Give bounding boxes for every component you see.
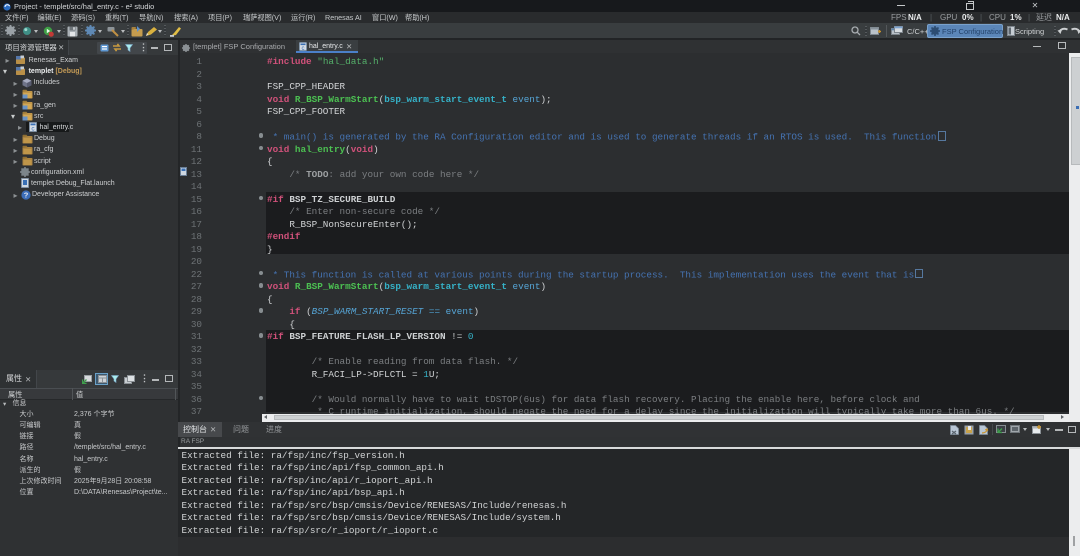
svg-text:?: ? — [23, 190, 28, 199]
svg-text:c: c — [302, 46, 305, 51]
